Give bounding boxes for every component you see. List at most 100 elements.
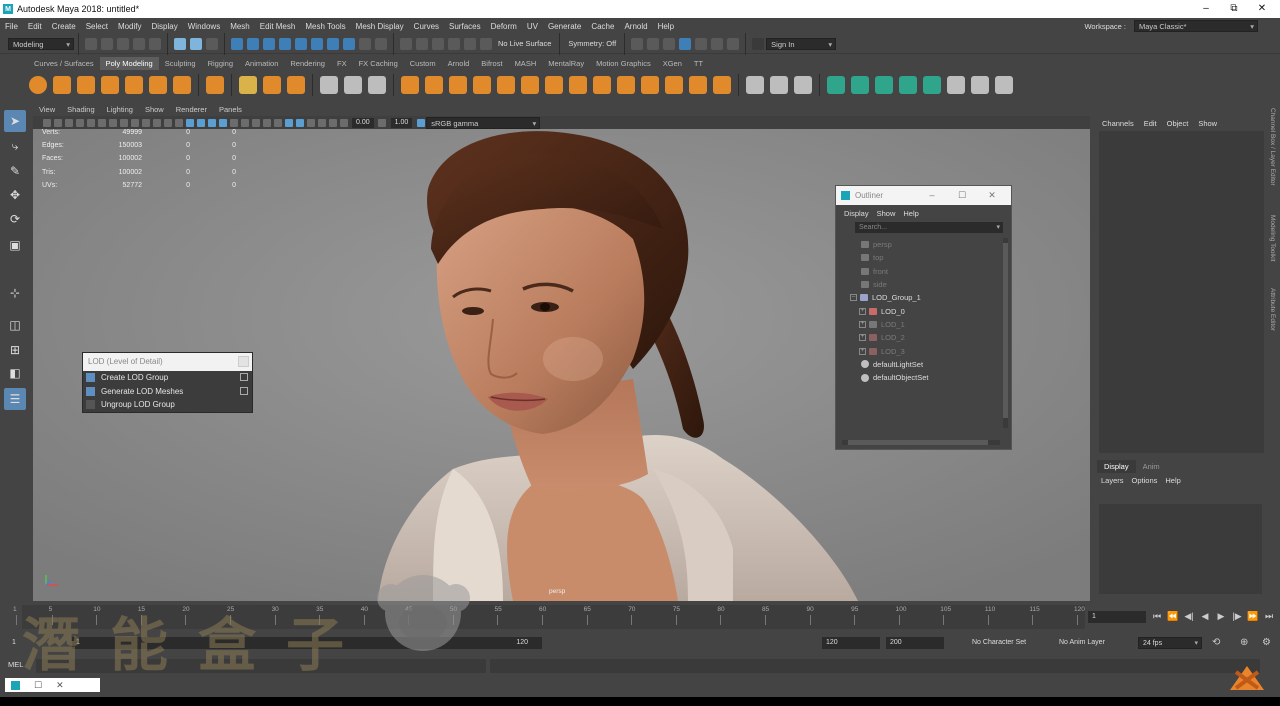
outliner-item-lod-0[interactable]: + LOD_0 [840,304,1002,317]
super-shape-icon[interactable] [239,76,257,94]
xray-icon[interactable] [295,118,304,127]
grid-icon[interactable] [97,118,106,127]
create-lod-group-item[interactable]: Create LOD Group [83,371,252,385]
expand-icon[interactable]: + [859,334,866,342]
poly-cube-icon[interactable] [53,76,71,94]
four-view-icon[interactable]: ⊞ [4,339,26,361]
select-by-handle-icon[interactable] [231,37,243,50]
color-management-icon[interactable] [416,118,425,127]
viewport-menu-renderer[interactable]: Renderer [170,105,213,114]
select-by-dynamics-icon[interactable] [311,37,323,50]
shelf-tab-arnold[interactable]: Arnold [442,57,476,70]
menu-display[interactable]: Display [147,22,183,31]
booleans-icon[interactable] [851,76,869,94]
generate-lod-meshes-item[interactable]: Generate LOD Meshes [83,385,252,399]
select-by-rendering-icon[interactable] [327,37,339,50]
go-to-start-icon[interactable]: ⏮ [1150,611,1164,622]
shelf-tab-poly-modeling[interactable]: Poly Modeling [99,57,159,70]
arnold-render-icon[interactable] [711,37,724,50]
rotate-tool-icon[interactable]: ⟳ [4,208,26,230]
shelf-tab-mash[interactable]: MASH [509,57,543,70]
delete-history-icon[interactable] [995,76,1013,94]
bridge-icon[interactable] [449,76,467,94]
channel-box-menu-edit[interactable]: Edit [1139,119,1162,128]
create-lod-group-options-box[interactable] [240,373,248,381]
shelf-tab-motion-graphics[interactable]: Motion Graphics [590,57,657,70]
menu-create[interactable]: Create [47,22,81,31]
single-perspective-icon[interactable]: ◫ [4,314,26,336]
offset-edge-loop-icon[interactable] [665,76,683,94]
side-tab-modeling-toolkit[interactable]: Modeling Toolkit [1269,215,1276,262]
edit-uv-icon[interactable] [746,76,764,94]
paint-select-icon[interactable]: ✎ [4,160,26,182]
poly-cylinder-icon[interactable] [77,76,95,94]
view-transform-dropdown[interactable]: sRGB gamma [426,116,541,129]
menu-mesh[interactable]: Mesh [225,22,255,31]
target-weld-icon[interactable] [569,76,587,94]
save-scene-icon[interactable] [117,37,129,50]
menu-curves[interactable]: Curves [409,22,444,31]
layer-tab-anim[interactable]: Anim [1136,460,1167,473]
auto-key-icon[interactable]: ⊕ [1240,637,1248,648]
xray-joints-icon[interactable] [306,118,315,127]
snap-live-icon[interactable] [480,37,492,50]
redo-icon[interactable] [149,37,161,50]
sign-in-dropdown[interactable]: Sign In [766,37,837,50]
shelf-tab-bifrost[interactable]: Bifrost [475,57,508,70]
viewport-menu-view[interactable]: View [33,105,61,114]
xray-components-icon[interactable] [317,118,326,127]
sculpt-tool-icon[interactable] [320,76,338,94]
separate-icon[interactable] [368,76,386,94]
gate-mask-icon[interactable] [130,118,139,127]
outliner-menu-help[interactable]: Help [899,209,922,218]
play-forward-icon[interactable]: ▶ [1214,611,1228,622]
live-surface-field[interactable]: No Live Surface [494,39,555,48]
render-view-icon[interactable] [695,37,708,50]
connect-icon[interactable] [593,76,611,94]
last-tool-icon[interactable]: ⊹ [4,282,26,304]
ipr-render-icon[interactable] [647,37,660,50]
menu-mesh-tools[interactable]: Mesh Tools [300,22,350,31]
snap-plane-icon[interactable] [448,37,460,50]
channel-box-menu-object[interactable]: Object [1162,119,1194,128]
menu-modify[interactable]: Modify [113,22,147,31]
menu-edit-mesh[interactable]: Edit Mesh [255,22,301,31]
shelf-tab-custom[interactable]: Custom [404,57,442,70]
outliner-close-button[interactable]: ✕ [977,186,1007,205]
tear-off-button[interactable] [238,356,249,367]
svg-tool-icon[interactable] [287,76,305,94]
loop-icon[interactable]: ⟲ [1212,637,1220,648]
type-tool-icon[interactable] [263,76,281,94]
outliner-menu-show[interactable]: Show [873,209,900,218]
append-icon[interactable] [497,76,515,94]
menu-edit[interactable]: Edit [23,22,47,31]
poly-plane-icon[interactable] [149,76,167,94]
expand-icon[interactable]: + [859,347,866,355]
transfer-attributes-icon[interactable] [971,76,989,94]
menu-mesh-display[interactable]: Mesh Display [351,22,409,31]
step-back-frame-icon[interactable]: ◀| [1182,611,1196,622]
outliner-item-lod-3[interactable]: + LOD_3 [840,344,1002,357]
two-view-icon[interactable]: ◧ [4,362,26,384]
preferences-icon[interactable]: ⚙ [1262,637,1271,648]
select-by-joint-icon[interactable] [247,37,259,50]
snap-surface-icon[interactable] [464,37,476,50]
outliner-item-front[interactable]: front [840,265,1002,278]
highlight-selection-icon[interactable] [375,37,387,50]
menu-help[interactable]: Help [653,22,679,31]
render-icon[interactable] [631,37,644,50]
generate-lod-meshes-options-box[interactable] [240,386,248,395]
camera-display-icon[interactable] [328,118,337,127]
exposure-icon[interactable] [339,118,348,127]
multi-cut-icon[interactable] [545,76,563,94]
maximize-button[interactable]: ⧉ [1220,0,1248,18]
lod-icon[interactable] [947,76,965,94]
select-by-curve-icon[interactable] [263,37,275,50]
layer-menu-options[interactable]: Options [1128,476,1162,485]
outliner-item-default-object-set[interactable]: defaultObjectSet [840,371,1002,384]
current-frame-field[interactable]: 1 [1088,611,1146,623]
poly-torus-icon[interactable] [125,76,143,94]
select-component-icon[interactable] [206,37,218,50]
platonic-solid-icon[interactable] [206,76,224,94]
remesh-icon[interactable] [923,76,941,94]
